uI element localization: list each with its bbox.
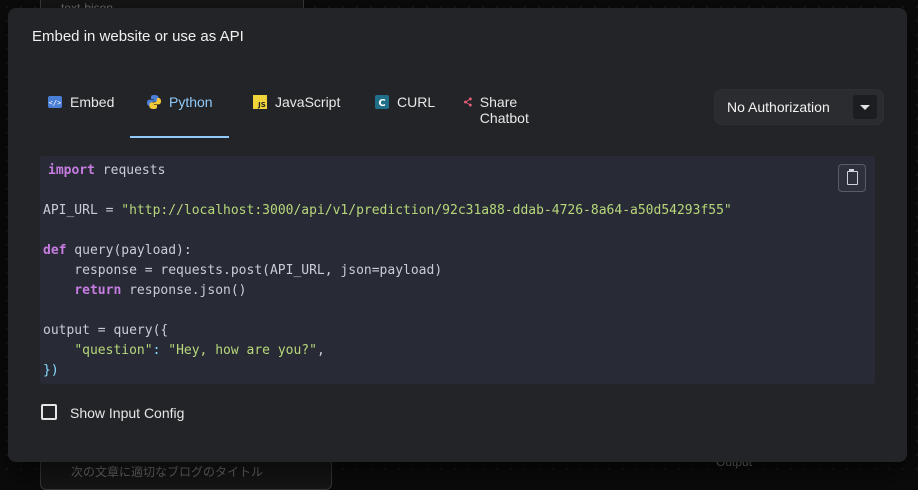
code-text: }) — [43, 363, 59, 378]
code-text: output = query({ — [43, 323, 169, 338]
tab-python[interactable]: Python — [130, 82, 229, 138]
code-string: "question" — [74, 343, 153, 358]
code-text: query(payload): — [66, 243, 192, 258]
code-keyword: def — [43, 243, 67, 258]
authorization-select-value: No Authorization — [727, 99, 830, 115]
curl-icon: C — [375, 95, 389, 109]
tab-embed-label: Embed — [70, 94, 115, 110]
code-text: : — [152, 343, 169, 358]
code-line: output = query({ — [43, 323, 168, 338]
code-keyword: return — [74, 283, 122, 298]
embed-api-dialog: Embed in website or use as API </> Embed… — [8, 8, 907, 462]
dialog-title: Embed in website or use as API — [32, 28, 244, 45]
show-input-config-checkbox[interactable] — [41, 404, 57, 420]
code-line: }) — [43, 363, 59, 378]
background-node-bottom: 次の文章に適切なブログのタイトル — [40, 458, 332, 490]
code-text: requests — [94, 163, 166, 178]
chevron-down-icon[interactable] — [853, 95, 877, 119]
code-line: return response.json() — [43, 283, 247, 298]
tab-embed[interactable]: </> Embed — [47, 82, 114, 138]
svg-text:C: C — [378, 98, 385, 109]
tab-share-chatbot[interactable]: Share Chatbot — [463, 82, 535, 138]
show-input-config-label: Show Input Config — [70, 405, 185, 421]
tab-javascript[interactable]: JS JavaScript — [252, 82, 340, 138]
code-line: import requests — [48, 163, 165, 178]
code-string: "Hey, how are you?" — [168, 343, 317, 358]
code-text: response.json() — [121, 283, 247, 298]
python-icon — [147, 95, 161, 109]
tab-curl[interactable]: C CURL — [374, 82, 435, 138]
code-line: response = requests.post(API_URL, json=p… — [43, 263, 442, 278]
code-text: , — [316, 343, 325, 358]
code-text: API_URL = — [43, 203, 122, 218]
tab-javascript-label: JavaScript — [275, 94, 341, 110]
tab-curl-label: CURL — [397, 94, 436, 110]
svg-text:JS: JS — [257, 101, 266, 109]
code-string: "http://localhost:3000/api/v1/prediction… — [121, 203, 732, 218]
copy-code-button[interactable] — [838, 164, 866, 192]
tab-share-chatbot-label: Share Chatbot — [479, 94, 529, 126]
svg-text:</>: </> — [49, 99, 62, 107]
background-node-bottom-text: 次の文章に適切なブログのタイトル — [71, 465, 264, 479]
javascript-icon: JS — [253, 95, 267, 109]
authorization-select[interactable]: No Authorization — [714, 89, 884, 125]
code-line: def query(payload): — [43, 243, 192, 258]
tab-python-label: Python — [169, 94, 213, 110]
code-line: API_URL = "http://localhost:3000/api/v1/… — [43, 203, 732, 218]
embed-icon: </> — [48, 96, 62, 108]
share-icon — [464, 97, 472, 107]
code-text: response = requests.post(API_URL, json=p… — [43, 263, 443, 278]
code-keyword: import — [48, 163, 95, 178]
code-block: import requests API_URL = "http://localh… — [40, 156, 875, 384]
code-line: "question": "Hey, how are you?", — [43, 343, 325, 358]
